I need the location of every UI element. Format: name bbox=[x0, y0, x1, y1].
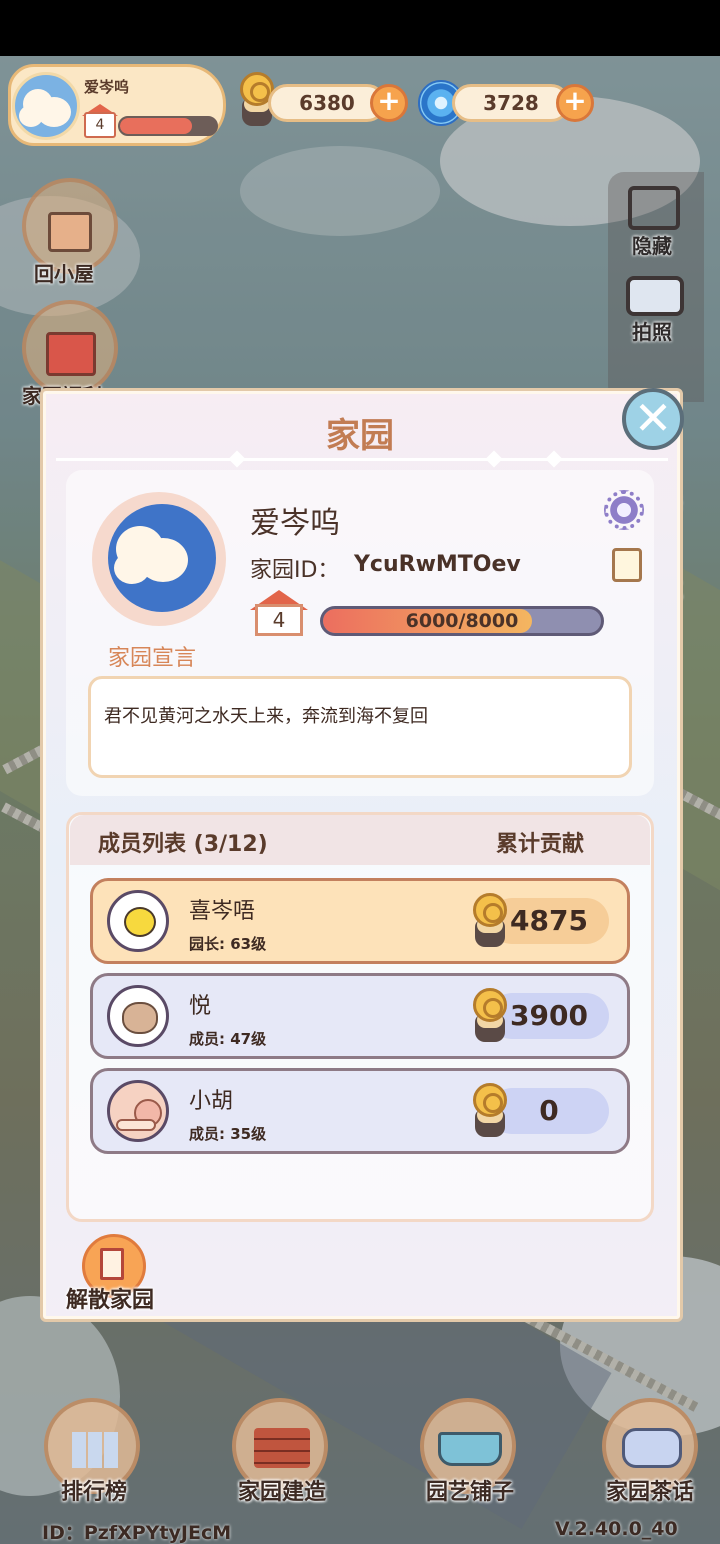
members-contribution-header: 累计贡献 bbox=[496, 832, 585, 857]
player-exp-bar bbox=[118, 116, 218, 136]
copy-icon[interactable] bbox=[606, 548, 642, 592]
manifesto-text: 君不见黄河之水天上来，奔流到海不复回 bbox=[104, 706, 428, 727]
snail-currency-icon bbox=[467, 1083, 511, 1139]
home-house-label: 回小屋 bbox=[34, 262, 94, 286]
manifesto-label: 家园宣言 bbox=[108, 646, 197, 671]
swirl-currency-value: 3728 bbox=[452, 84, 570, 122]
swirl-currency-add-button[interactable]: + bbox=[556, 84, 594, 122]
member-name: 悦 bbox=[189, 994, 212, 1019]
gear-icon[interactable] bbox=[604, 490, 644, 530]
chat-label: 家园茶话 bbox=[605, 1480, 694, 1505]
disband-label: 解散家园 bbox=[66, 1288, 155, 1313]
gift-icon bbox=[46, 332, 96, 376]
home-id-label: 家园ID： bbox=[250, 558, 340, 583]
snail-currency-icon bbox=[467, 893, 511, 949]
hide-icon[interactable] bbox=[628, 186, 680, 230]
snail-currency-icon bbox=[467, 988, 511, 1044]
home-level-badge: 4 bbox=[255, 604, 303, 636]
member-name: 喜岑唔 bbox=[189, 899, 256, 924]
snail-currency-value: 6380 bbox=[268, 84, 386, 122]
title-divider bbox=[56, 458, 668, 461]
player-exp-fill bbox=[120, 118, 192, 134]
member-name: 小胡 bbox=[189, 1089, 234, 1114]
member-row[interactable]: 悦 成员: 47级 3900 bbox=[90, 973, 630, 1059]
members-title: 成员列表 (3/12) bbox=[98, 832, 268, 857]
player-level-badge: 4 bbox=[84, 112, 116, 138]
photo-label: 拍照 bbox=[632, 320, 672, 344]
player-id-footer: ID：PzfXPYtyJEcM bbox=[42, 1522, 232, 1544]
version-footer: V.2.40.0_40 bbox=[555, 1518, 678, 1540]
garden-shop-icon bbox=[438, 1432, 502, 1466]
build-icon bbox=[254, 1428, 310, 1468]
bear-icon bbox=[107, 985, 169, 1047]
member-role: 成员: 35级 bbox=[189, 1125, 267, 1143]
member-role: 园长: 63级 bbox=[189, 935, 267, 953]
player-avatar[interactable] bbox=[12, 72, 80, 140]
ranking-icon bbox=[72, 1432, 118, 1468]
hide-label: 隐藏 bbox=[632, 234, 672, 258]
close-button[interactable]: ✕ bbox=[622, 388, 684, 450]
snail-currency-add-button[interactable]: + bbox=[370, 84, 408, 122]
member-role: 成员: 47级 bbox=[189, 1030, 267, 1048]
chat-icon bbox=[622, 1428, 682, 1468]
camera-icon[interactable] bbox=[626, 276, 684, 316]
garden-shop-label: 园艺铺子 bbox=[425, 1480, 514, 1505]
house-icon bbox=[48, 212, 92, 252]
home-name: 爱岑呜 bbox=[250, 506, 340, 541]
status-bar bbox=[0, 0, 720, 56]
ranking-label: 排行榜 bbox=[60, 1480, 127, 1505]
home-id-value: YcuRwMTOev bbox=[354, 552, 521, 577]
dialog-title: 家园 bbox=[326, 416, 394, 456]
build-label: 家园建造 bbox=[237, 1480, 326, 1505]
home-exp-bar: 6000/8000 bbox=[320, 606, 604, 636]
bee-icon bbox=[107, 890, 169, 952]
snail-avatar-icon bbox=[107, 1080, 169, 1142]
member-row[interactable]: 小胡 成员: 35级 0 bbox=[90, 1068, 630, 1154]
member-row[interactable]: 喜岑唔 园长: 63级 4875 bbox=[90, 878, 630, 964]
exit-door-icon bbox=[100, 1248, 124, 1280]
home-exp-text: 6000/8000 bbox=[405, 610, 519, 632]
home-avatar[interactable] bbox=[108, 504, 216, 612]
player-name: 爱岑呜 bbox=[84, 78, 130, 96]
